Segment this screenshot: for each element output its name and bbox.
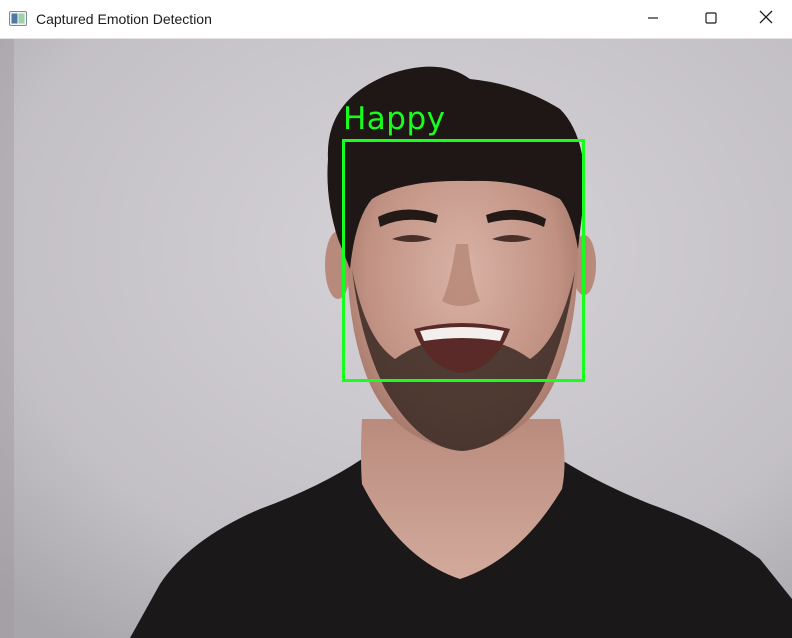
maximize-button[interactable] [682, 0, 740, 39]
window-title: Captured Emotion Detection [36, 11, 212, 27]
app-window: Captured Emotion Detection Happy [0, 0, 792, 638]
face-bounding-box [342, 139, 585, 382]
minimize-button[interactable] [624, 0, 682, 39]
close-icon [759, 10, 773, 29]
emotion-label: Happy [343, 101, 446, 137]
maximize-icon [705, 11, 717, 29]
minimize-icon [647, 11, 659, 29]
title-bar[interactable]: Captured Emotion Detection [0, 0, 792, 39]
camera-frame: Happy [0, 39, 792, 638]
app-icon [9, 11, 27, 26]
close-button[interactable] [740, 0, 792, 39]
